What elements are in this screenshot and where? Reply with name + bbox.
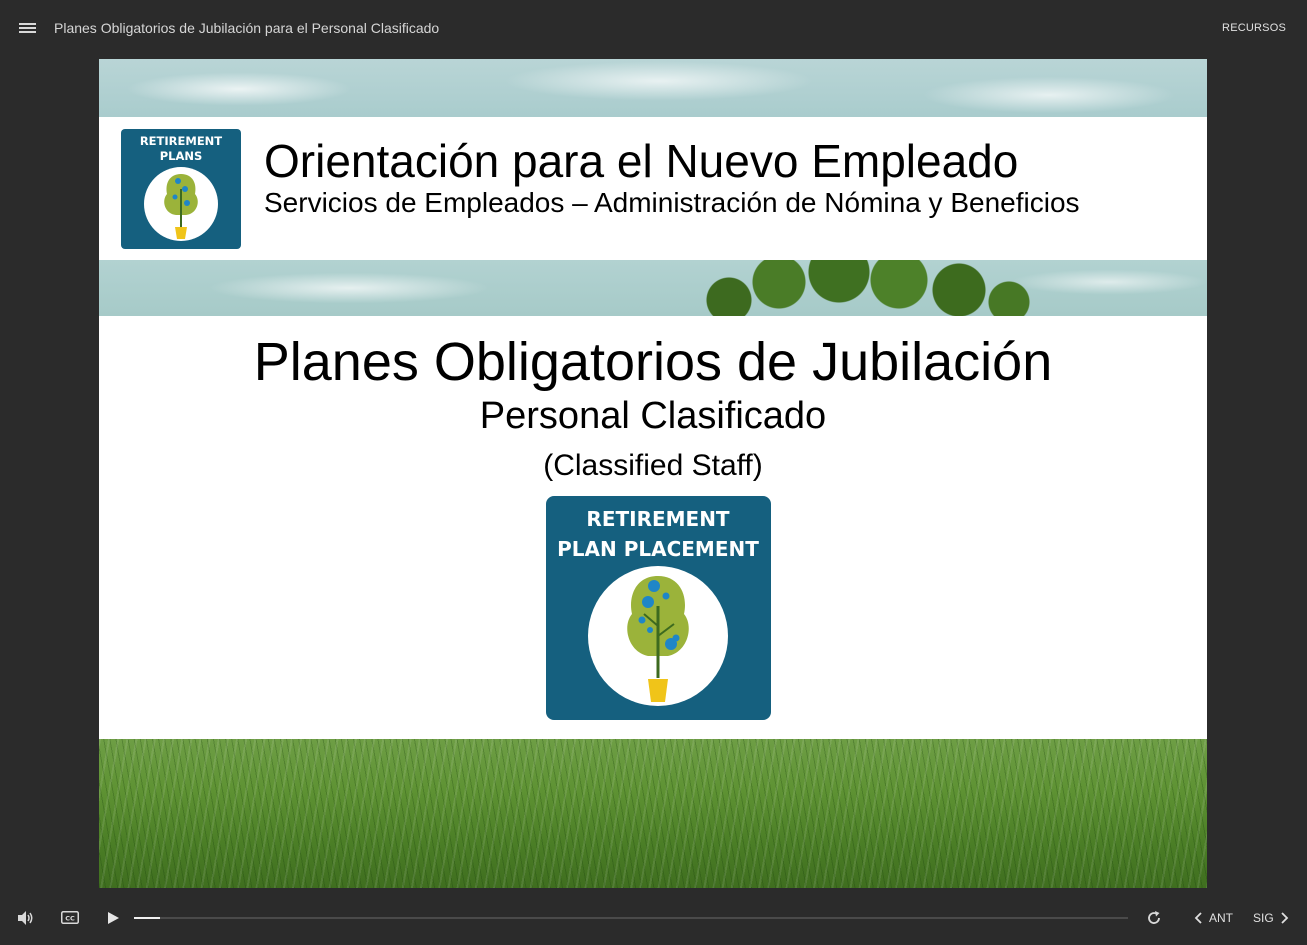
next-label: SIG: [1253, 911, 1274, 925]
progress-fill: [134, 917, 160, 919]
prev-label: ANT: [1209, 911, 1233, 925]
volume-icon[interactable]: [17, 910, 35, 926]
course-title: Planes Obligatorios de Jubilación para e…: [54, 20, 440, 36]
subtitle-english: (Classified Staff): [543, 449, 763, 482]
header-title: Orientación para el Nuevo Empleado: [264, 135, 1019, 187]
top-bar: Planes Obligatorios de Jubilación para e…: [0, 0, 1307, 58]
resources-button[interactable]: RECURSOS: [1222, 22, 1286, 34]
svg-text:CC: CC: [65, 914, 75, 922]
player-controls: CC ANT SIG: [0, 895, 1307, 945]
sky-banner-top: [99, 59, 1207, 117]
logo-small-line1: RETIREMENT: [140, 134, 222, 148]
subtitle: Personal Clasificado: [479, 395, 827, 437]
menu-icon[interactable]: [19, 20, 38, 36]
retirement-plans-logo: RETIREMENT PLANS: [121, 129, 241, 249]
grass-image: [99, 739, 1207, 888]
logo-big-line1: RETIREMENT: [586, 507, 730, 531]
logo-big-line2: PLAN PLACEMENT: [557, 537, 759, 561]
chevron-left-icon: [1194, 912, 1202, 924]
closed-captions-icon[interactable]: CC: [61, 911, 79, 924]
retirement-plan-placement-logo: RETIREMENT PLAN PLACEMENT: [546, 496, 771, 720]
next-button[interactable]: SIG: [1253, 909, 1290, 927]
main-title: Planes Obligatorios de Jubilación: [253, 332, 1053, 392]
progress-bar[interactable]: [134, 917, 1128, 919]
header-subtitle: Servicios de Empleados – Administración …: [264, 187, 1080, 218]
slide: RETIREMENT PLANS Orientación para el Nue…: [99, 59, 1207, 888]
play-icon[interactable]: [106, 911, 120, 925]
chevron-right-icon: [1281, 912, 1288, 924]
prev-button[interactable]: ANT: [1193, 909, 1233, 927]
sky-banner-middle: [99, 260, 1207, 316]
tree-canopy-image: [689, 260, 1049, 316]
replay-icon[interactable]: [1146, 910, 1162, 926]
logo-small-line2: PLANS: [160, 149, 203, 163]
